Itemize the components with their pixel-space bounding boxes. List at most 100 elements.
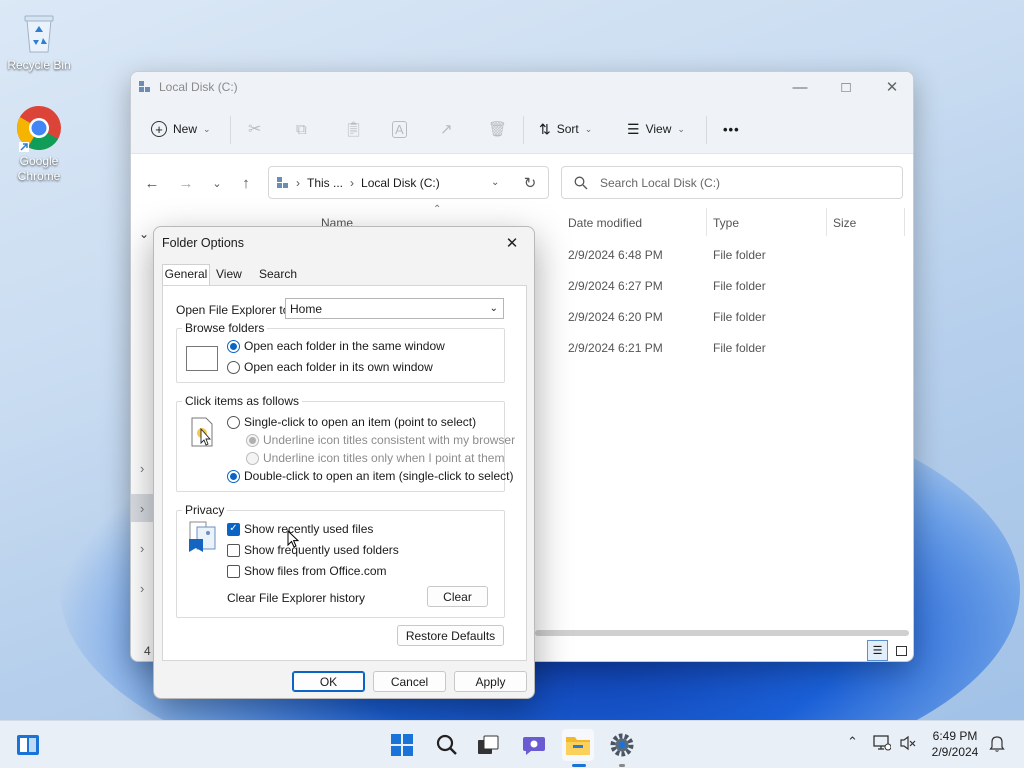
sort-label: Sort <box>556 122 579 136</box>
chevron-down-icon: ⌄ <box>677 123 685 134</box>
nav-pane-expand-chevron[interactable]: › <box>140 541 144 556</box>
restore-defaults-button[interactable]: Restore Defaults <box>397 625 504 646</box>
column-header-size[interactable]: Size <box>833 216 856 230</box>
option-label: Underline icon titles only when I point … <box>263 451 505 465</box>
radio-underline-browser[interactable]: Underline icon titles consistent with my… <box>246 433 515 447</box>
scissors-icon: ✂ <box>248 121 262 138</box>
view-button[interactable]: ☰ View ⌄ <box>627 104 685 154</box>
share-button[interactable]: ↗ <box>440 104 453 154</box>
column-header-type[interactable]: Type <box>713 216 739 230</box>
see-more-button[interactable]: ••• <box>723 104 740 154</box>
separator <box>230 116 231 144</box>
teams-chat-button[interactable] <box>518 729 550 761</box>
back-button[interactable]: ← <box>139 171 165 195</box>
open-explorer-to-select[interactable]: Home ⌄ <box>285 298 504 319</box>
apply-button[interactable]: Apply <box>454 671 527 692</box>
open-explorer-to-label: Open File Explorer to: <box>176 303 293 317</box>
clipboard-icon: 📋︎ <box>344 121 364 138</box>
file-row[interactable]: 2/9/2024 6:20 PM File folder <box>568 310 898 341</box>
nav-pane-expand-chevron[interactable]: › <box>140 461 144 476</box>
search-box[interactable]: Search Local Disk (C:) <box>561 166 903 199</box>
clock[interactable]: 6:49 PM 2/9/2024 <box>924 728 986 760</box>
option-label: Open each folder in its own window <box>244 360 433 374</box>
settings-taskbar-button[interactable] <box>606 729 638 761</box>
tiles-view-button[interactable] <box>891 640 912 661</box>
widgets-button[interactable] <box>12 729 44 761</box>
radio-underline-point[interactable]: Underline icon titles only when I point … <box>246 451 504 465</box>
desktop-icon-recycle-bin[interactable]: Recycle Bin <box>3 8 75 73</box>
file-row[interactable]: 2/9/2024 6:48 PM File folder <box>568 248 898 279</box>
forward-button[interactable]: → <box>173 171 199 195</box>
show-hidden-icons-chevron[interactable]: ⌃ <box>847 734 858 750</box>
start-button[interactable] <box>386 729 418 761</box>
file-explorer-taskbar-button[interactable] <box>562 729 594 761</box>
nav-pane-collapse-chevron[interactable]: ⌄ <box>139 227 149 241</box>
address-dropdown-icon[interactable]: ⌄ <box>491 177 499 188</box>
cut-button[interactable]: ✂ <box>248 104 261 154</box>
refresh-button[interactable]: ↻ <box>517 171 543 195</box>
paste-button[interactable]: 📋︎ <box>344 104 363 154</box>
radio-double-click[interactable]: Double-click to open an item (single-cli… <box>227 469 513 483</box>
column-separator[interactable] <box>706 208 707 236</box>
file-row[interactable]: 2/9/2024 6:21 PM File folder <box>568 341 898 372</box>
recycle-bin-icon <box>15 8 63 56</box>
active-app-indicator <box>572 764 586 767</box>
recent-locations-button[interactable]: ⌄ <box>204 171 230 195</box>
desktop-icon-chrome[interactable]: Google Chrome <box>3 104 75 184</box>
share-icon: ↗ <box>440 121 453 138</box>
command-bar: + New ⌄ ✂ ⧉ 📋︎ A ↗ 🗑︎ ⇅ Sort ⌄ ☰ View ⌄ … <box>131 104 913 154</box>
tab-view[interactable]: View <box>216 265 242 285</box>
sort-ascending-indicator: ⌃ <box>433 204 442 215</box>
cancel-button[interactable]: Cancel <box>373 671 446 692</box>
radio-button <box>246 433 259 447</box>
tab-search[interactable]: Search <box>259 265 297 285</box>
notification-icon[interactable] <box>989 735 1005 755</box>
trash-icon: 🗑︎ <box>488 121 508 138</box>
dialog-close-button[interactable]: ✕ <box>494 229 530 257</box>
column-header-date[interactable]: Date modified <box>568 216 642 230</box>
gear-icon <box>610 733 634 757</box>
radio-own-window[interactable]: Open each folder in its own window <box>227 360 433 374</box>
search-button[interactable] <box>431 729 463 761</box>
breadcrumb-local-disk[interactable]: Local Disk (C:) <box>361 176 440 190</box>
rename-icon: A <box>392 120 407 138</box>
radio-same-window[interactable]: Open each folder in the same window <box>227 339 445 353</box>
column-separator[interactable] <box>826 208 827 236</box>
nav-pane-expand-chevron[interactable]: › <box>140 501 144 516</box>
checkbox-recent-files[interactable]: ✓ Show recently used files <box>227 522 373 536</box>
breadcrumb-this-pc[interactable]: This ... <box>307 176 343 190</box>
separator <box>706 116 707 144</box>
copy-button[interactable]: ⧉ <box>296 104 307 154</box>
close-button[interactable]: ✕ <box>869 72 913 102</box>
clear-history-button[interactable]: Clear <box>427 586 488 607</box>
radio-button <box>246 451 259 465</box>
view-lines-icon: ☰ <box>627 120 640 137</box>
task-view-button[interactable] <box>472 729 504 761</box>
horizontal-scrollbar[interactable] <box>535 630 909 636</box>
ok-button[interactable]: OK <box>292 671 365 692</box>
radio-single-click[interactable]: Single-click to open an item (point to s… <box>227 415 476 429</box>
tab-general[interactable]: General <box>162 264 210 286</box>
nav-pane-expand-chevron[interactable]: › <box>140 581 144 596</box>
minimize-button[interactable]: — <box>777 72 823 102</box>
volume-muted-icon[interactable] <box>900 735 916 754</box>
checkbox-frequent-folders[interactable]: Show frequently used folders <box>227 543 399 557</box>
file-row[interactable]: 2/9/2024 6:27 PM File folder <box>568 279 898 310</box>
address-bar[interactable]: › This ... › Local Disk (C:) ⌄ <box>268 166 549 199</box>
row-date: 2/9/2024 6:27 PM <box>568 279 663 293</box>
rename-button[interactable]: A <box>392 104 407 154</box>
checkbox-office-files[interactable]: Show files from Office.com <box>227 564 387 578</box>
delete-button[interactable]: 🗑︎ <box>488 104 507 154</box>
column-separator[interactable] <box>904 208 905 236</box>
option-label: Show recently used files <box>244 522 374 536</box>
explorer-titlebar[interactable]: Local Disk (C:) — □ ✕ <box>131 72 913 104</box>
details-view-button[interactable]: ☰ <box>867 640 888 661</box>
up-button[interactable]: ↑ <box>233 171 259 195</box>
maximize-button[interactable]: □ <box>823 72 869 102</box>
new-button[interactable]: + New ⌄ <box>151 104 211 154</box>
network-icon[interactable] <box>873 735 892 754</box>
search-icon <box>574 176 588 190</box>
select-value: Home <box>290 301 323 316</box>
privacy-group: Privacy ✓ Show recently used files Show f… <box>176 503 505 618</box>
sort-button[interactable]: ⇅ Sort ⌄ <box>539 104 592 154</box>
